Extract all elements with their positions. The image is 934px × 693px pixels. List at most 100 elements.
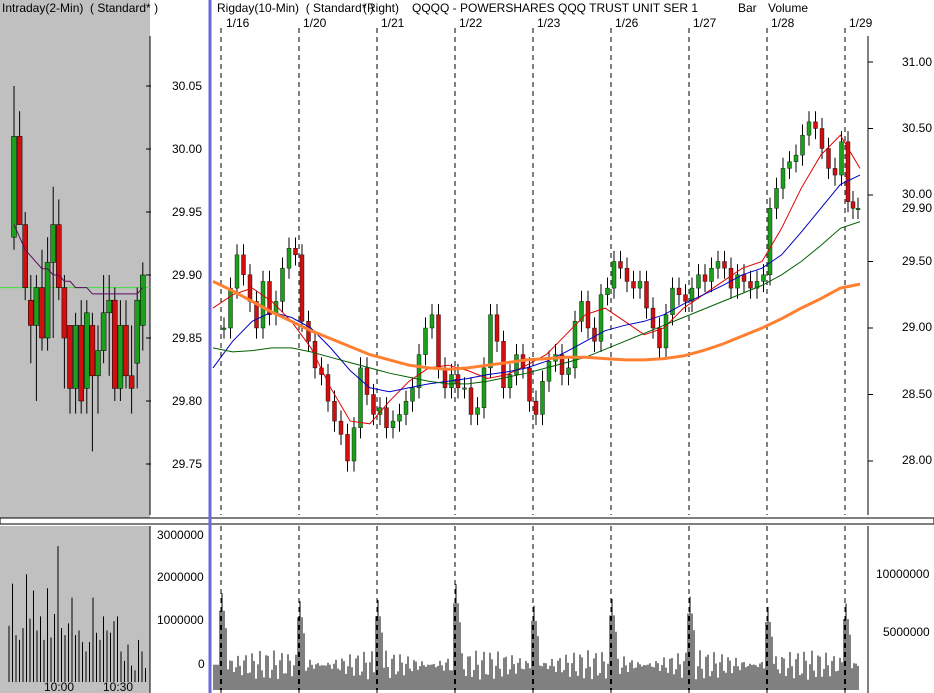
candle-body: [702, 274, 708, 282]
candle-body: [84, 312, 90, 389]
candle-body: [221, 327, 227, 330]
candle-body: [123, 325, 129, 377]
candle-body: [839, 141, 844, 176]
volume-tick-label: 1000000: [157, 613, 204, 627]
candle-body: [618, 261, 623, 269]
candle-body: [436, 314, 441, 369]
candle-body: [592, 327, 597, 342]
intraday-title: Intraday(2-Min) ( Standard* ): [2, 1, 159, 15]
date-label: 1/23: [537, 16, 561, 30]
chart-canvas: [0, 0, 934, 693]
candle-body: [481, 367, 487, 408]
candle-body: [787, 161, 792, 169]
candle-body: [106, 299, 112, 314]
candle-body: [855, 208, 861, 211]
candle-body: [631, 281, 636, 289]
candle-body: [442, 367, 448, 389]
candle-body: [611, 261, 617, 289]
candle-body: [832, 168, 838, 176]
candle-body: [390, 420, 396, 428]
bar-label: Bar: [738, 1, 757, 15]
volume-tick-label: 3000000: [157, 528, 204, 542]
date-label: 1/22: [459, 16, 483, 30]
candle-body: [468, 387, 474, 415]
candle-body: [774, 188, 779, 209]
y-tick-label: 29.95: [172, 205, 203, 219]
candle-body: [44, 262, 51, 339]
chart-header: Intraday(2-Min) ( Standard* ) Rigday(10-…: [0, 0, 934, 16]
axis-side-label: (Right): [363, 1, 400, 15]
volume-tick-label: 0: [198, 657, 205, 671]
candle-body: [234, 254, 240, 289]
candle-body: [657, 327, 662, 349]
candle-body: [72, 325, 79, 389]
y-tick-label: 28.00: [902, 453, 933, 467]
candle-body: [455, 374, 461, 389]
date-label: 1/26: [615, 16, 639, 30]
date-label: 1/28: [771, 16, 795, 30]
date-label: 1/27: [693, 16, 717, 30]
candle-body: [780, 168, 786, 189]
rigday-candles: [221, 111, 861, 472]
candle-body: [371, 394, 376, 415]
candle-body: [806, 121, 812, 136]
date-label: 1/20: [303, 16, 327, 30]
y-tick-label: 29.50: [902, 254, 933, 268]
candle-body: [813, 121, 818, 129]
candle-body: [28, 299, 34, 326]
rigday-volume-bars: [213, 584, 859, 690]
x-tick-label: 10:30: [103, 680, 134, 693]
candle-body: [39, 287, 45, 339]
candle-body: [67, 325, 73, 389]
candle-body: [637, 281, 643, 289]
candle-body: [748, 281, 753, 289]
candle-body: [826, 148, 831, 169]
candle-body: [850, 201, 856, 209]
candle-body: [715, 261, 721, 269]
candle-body: [293, 247, 298, 256]
y-tick-label: 29.85: [172, 331, 203, 345]
volume-tick-label: 2000000: [157, 570, 204, 584]
candle-body: [676, 287, 682, 295]
candle-body: [61, 287, 68, 339]
candle-body: [280, 267, 285, 302]
candle-body: [540, 381, 545, 415]
candle-body: [767, 208, 773, 276]
candle-body: [286, 247, 292, 269]
candle-body: [566, 367, 571, 375]
candle-body: [358, 367, 363, 428]
y-tick-label: 30.50: [902, 121, 933, 135]
candle-body: [56, 224, 62, 288]
candle-body: [117, 325, 124, 389]
candle-body: [22, 224, 28, 288]
candle-body: [112, 299, 118, 389]
candle-body: [338, 420, 344, 435]
pane-divider: [0, 517, 934, 525]
date-label: 1/21: [381, 16, 405, 30]
candle-body: [696, 274, 701, 289]
candle-body: [800, 134, 805, 156]
y-tick-label: 30.00: [902, 187, 933, 201]
candle-body: [793, 154, 799, 162]
candle-body: [33, 287, 40, 326]
candle-body: [241, 254, 246, 276]
candle-body: [140, 274, 146, 326]
candle-body: [663, 314, 669, 349]
candle-body: [475, 407, 480, 415]
candle-body: [16, 136, 23, 225]
candle-body: [299, 254, 305, 322]
chart-window: Intraday(2-Min) ( Standard* ) Rigday(10-…: [0, 0, 934, 693]
symbol-title: QQQQ - POWERSHARES QQQ TRUST UNIT SER 1: [412, 1, 699, 15]
candle-body: [423, 327, 428, 355]
candle-body: [11, 136, 17, 238]
candle-body: [722, 261, 727, 269]
candle-body: [741, 274, 747, 282]
date-label: 1/29: [849, 16, 873, 30]
candle-body: [605, 287, 610, 295]
candle-body: [429, 314, 435, 329]
candle-body: [260, 281, 266, 329]
candle-body: [95, 350, 101, 377]
volume-tick-label: 10000000: [876, 567, 930, 581]
candle-body: [462, 387, 467, 390]
candle-body: [228, 287, 233, 329]
